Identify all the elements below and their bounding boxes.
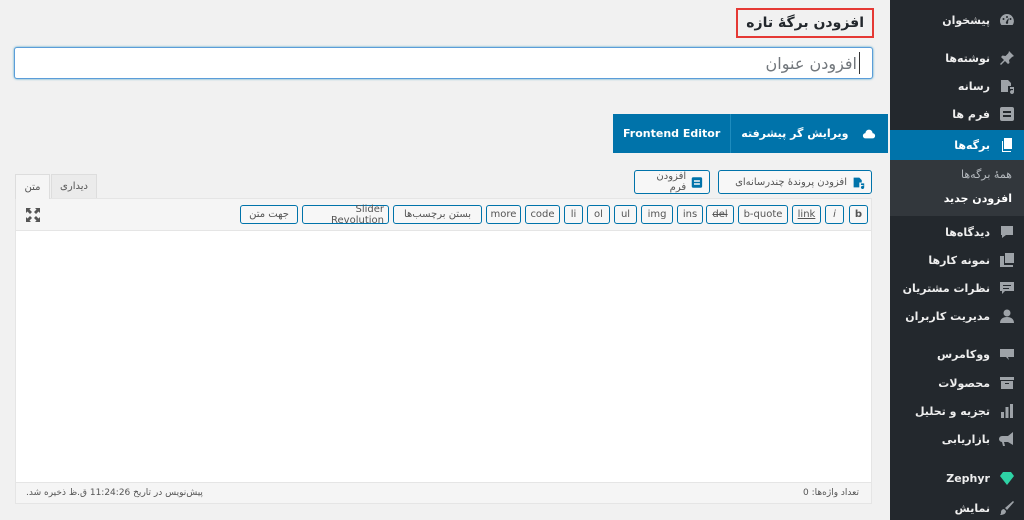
sidebar-item-posts[interactable]: نوشته‌ها	[890, 44, 1024, 72]
quicktag-img[interactable]: img	[641, 205, 673, 224]
sidebar-item-label: نمایش	[954, 501, 990, 515]
megaphone-icon	[990, 431, 1024, 447]
sidebar-item-analytics[interactable]: تجزیه و تحلیل	[890, 397, 1024, 425]
sidebar-item-label: فرم ها	[952, 107, 990, 121]
sidebar-item-testimonials[interactable]: نظرات مشتریان	[890, 274, 1024, 302]
sidebar-item-label: تجزیه و تحلیل	[914, 404, 990, 418]
frontend-editor-button[interactable]: Frontend Editor	[613, 114, 732, 153]
quicktag-del[interactable]: del	[706, 205, 734, 224]
sidebar-item-zephyr[interactable]: Zephyr	[890, 464, 1024, 492]
portfolio-icon	[990, 252, 1024, 268]
archive-icon	[990, 375, 1024, 391]
quicktag-text-direction[interactable]: جهت متن	[240, 205, 298, 224]
editor-statusbar: تعداد واژه‌ها: 0 پیش‌نویس در تاریخ 11:24…	[16, 482, 871, 503]
testimonial-icon	[990, 280, 1024, 296]
text-editor: b i link b-quote del ins img ul ol li co…	[15, 198, 872, 504]
comment-icon	[990, 224, 1024, 240]
sidebar-item-label: برگه‌ها	[954, 138, 990, 152]
cloud-icon	[863, 129, 876, 138]
sidebar-item-media[interactable]: رسانه	[890, 72, 1024, 100]
quicktag-b-quote[interactable]: b-quote	[738, 205, 788, 224]
media-icon	[990, 78, 1024, 94]
quicktag-ul[interactable]: ul	[614, 205, 637, 224]
form-icon	[990, 106, 1024, 122]
sidebar-item-pages[interactable]: برگه‌ها	[890, 130, 1024, 160]
title-input[interactable]: افزودن عنوان	[14, 47, 873, 79]
text-caret	[859, 52, 860, 74]
sidebar-item-portfolio[interactable]: نمونه کارها	[890, 246, 1024, 274]
submenu-all-pages[interactable]: همهٔ برگه‌ها	[961, 168, 1012, 181]
tab-visual[interactable]: دیداری	[51, 174, 97, 198]
chart-bar-icon	[990, 403, 1024, 419]
sidebar-item-woocommerce[interactable]: ووکامرس	[890, 340, 1024, 368]
sidebar-item-label: Zephyr	[946, 471, 990, 485]
add-media-label: افزودن پروندهٔ چندرسانه‌ای	[735, 176, 847, 188]
quicktag-b[interactable]: b	[849, 205, 868, 224]
add-form-button[interactable]: افزودن فرم	[634, 170, 710, 194]
quicktag-more[interactable]: more	[486, 205, 521, 224]
advanced-editor-label: ویرایش گر پیشرفته	[741, 127, 849, 140]
pages-icon	[990, 137, 1024, 153]
sidebar-item-label: بازاریابی	[941, 432, 990, 446]
dashboard-icon	[990, 12, 1024, 28]
draft-saved-status: پیش‌نویس در تاریخ 11:24:26 ق.ظ ذخیره شد.	[26, 488, 203, 498]
media-icon	[853, 177, 865, 189]
pages-submenu: همهٔ برگه‌ها افزودن جدید	[890, 160, 1024, 216]
sidebar-item-label: نظرات مشتریان	[902, 281, 990, 295]
brush-icon	[990, 500, 1024, 516]
quicktag-ins[interactable]: ins	[677, 205, 703, 224]
sidebar-item-forms[interactable]: فرم ها	[890, 100, 1024, 128]
title-placeholder: افزودن عنوان	[765, 53, 857, 73]
tab-text[interactable]: متن	[15, 174, 50, 199]
sidebar-item-appearance[interactable]: نمایش	[890, 494, 1024, 520]
page-title: افزودن برگهٔ تازه	[736, 8, 874, 38]
sidebar-item-label: نوشته‌ها	[945, 51, 990, 65]
quicktag-close-tags[interactable]: بستن برچسب‌ها	[393, 205, 482, 224]
form-icon	[691, 176, 703, 188]
sidebar-item-label: مدیریت کاربران	[905, 309, 990, 323]
quicktag-slider-revolution[interactable]: Slider Revolution	[302, 204, 389, 226]
sidebar-item-label: رسانه	[957, 79, 990, 93]
sidebar-item-label: دیدگاه‌ها	[945, 225, 990, 239]
advanced-editor-button[interactable]: ویرایش گر پیشرفته	[731, 114, 889, 153]
word-count: تعداد واژه‌ها: 0	[803, 488, 859, 498]
add-form-label: افزودن فرم	[656, 171, 687, 193]
sidebar-item-label: نمونه کارها	[928, 253, 990, 267]
sidebar-item-marketing[interactable]: بازاریابی	[890, 425, 1024, 453]
fullscreen-icon[interactable]	[25, 207, 41, 223]
add-media-button[interactable]: افزودن پروندهٔ چندرسانه‌ای	[718, 170, 872, 194]
sidebar-item-comments[interactable]: دیدگاه‌ها	[890, 218, 1024, 246]
sidebar-item-label: ووکامرس	[936, 347, 990, 361]
submenu-add-new[interactable]: افزودن جدید	[944, 192, 1012, 205]
quicktag-li[interactable]: li	[564, 205, 583, 224]
woo-icon	[990, 346, 1024, 362]
user-icon	[990, 308, 1024, 324]
sidebar-item-products[interactable]: محصولات	[890, 369, 1024, 397]
sidebar-item-users[interactable]: مدیریت کاربران	[890, 302, 1024, 330]
quicktags-toolbar: b i link b-quote del ins img ul ol li co…	[16, 199, 871, 231]
sidebar-item-label: پیشخوان	[942, 13, 990, 27]
diamond-icon	[990, 470, 1024, 486]
admin-sidebar: پیشخوان نوشته‌ها رسانه فرم ها برگه‌ها هم…	[890, 0, 1024, 520]
quicktag-link[interactable]: link	[792, 205, 821, 224]
quicktag-ol[interactable]: ol	[587, 205, 610, 224]
pin-icon	[990, 50, 1024, 66]
sidebar-item-dashboard[interactable]: پیشخوان	[890, 6, 1024, 34]
quicktag-code[interactable]: code	[525, 205, 560, 224]
sidebar-item-label: محصولات	[938, 376, 990, 390]
builder-button-group: Frontend Editor ویرایش گر پیشرفته	[613, 114, 889, 153]
quicktag-i[interactable]: i	[825, 205, 844, 224]
